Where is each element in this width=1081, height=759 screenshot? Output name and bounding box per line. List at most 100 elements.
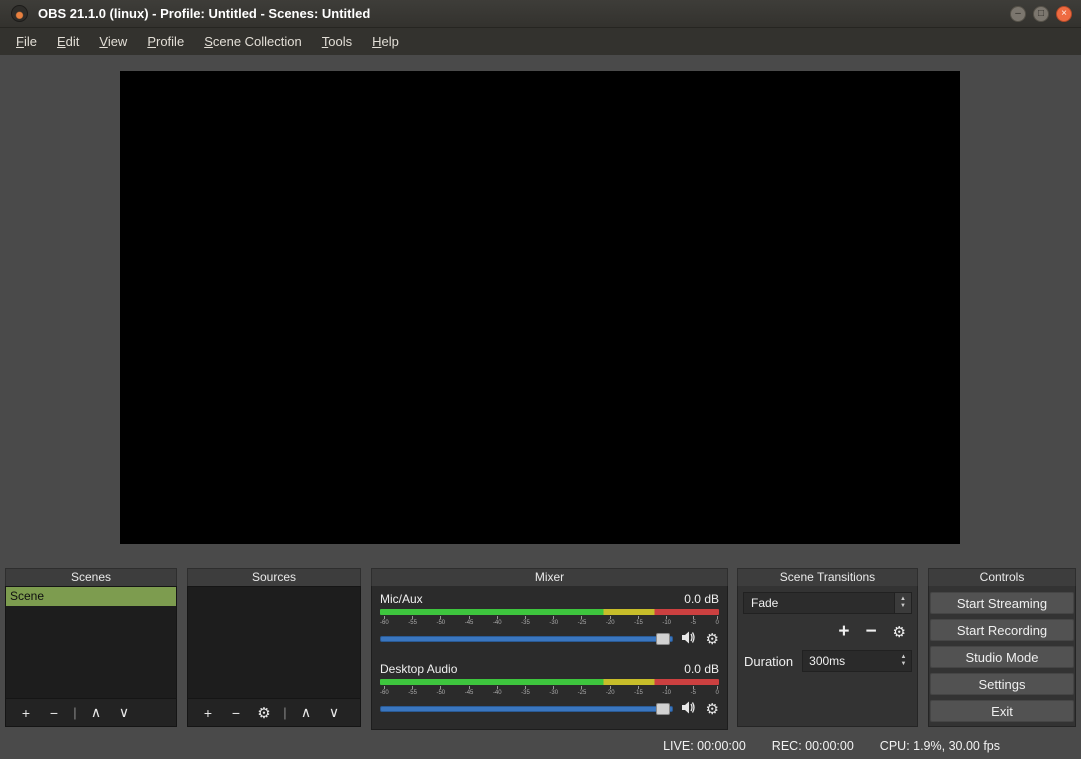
transitions-dock-header: Scene Transitions bbox=[737, 568, 918, 586]
scenes-dock-header: Scenes bbox=[5, 568, 177, 586]
meter-scale: -60-55-50-45-40-35-30-25-20-15-10-50 bbox=[380, 616, 719, 626]
meter-tick: -5 bbox=[691, 616, 696, 626]
controls-body: Start Streaming Start Recording Studio M… bbox=[928, 586, 1076, 727]
minimize-button[interactable]: – bbox=[1010, 6, 1026, 22]
chevron-up-icon: ▲ bbox=[900, 596, 906, 603]
menu-bar: File Edit View Profile Scene Collection … bbox=[0, 28, 1081, 55]
app-icon bbox=[11, 5, 28, 22]
controls-dock-header: Controls bbox=[928, 568, 1076, 586]
move-source-down-button[interactable]: ∨ bbox=[320, 704, 348, 721]
start-streaming-button[interactable]: Start Streaming bbox=[930, 592, 1074, 614]
move-scene-down-button[interactable]: ∨ bbox=[110, 704, 138, 721]
chevron-down-icon: ▼ bbox=[900, 603, 906, 610]
add-transition-button[interactable]: + bbox=[838, 623, 849, 641]
meter-tick: -10 bbox=[662, 686, 671, 696]
meter-tick: -40 bbox=[493, 686, 502, 696]
volume-slider[interactable] bbox=[380, 636, 673, 642]
start-recording-button[interactable]: Start Recording bbox=[930, 619, 1074, 641]
scene-transitions-dock: Scene Transitions Fade ▲ ▼ + − ⚙ Duratio… bbox=[737, 568, 918, 727]
sources-list[interactable] bbox=[187, 586, 361, 699]
meter-tick: 0 bbox=[715, 616, 718, 626]
mixer-body: Mic/Aux 0.0 dB -60-55-50-45-40-35-30-25-… bbox=[371, 586, 728, 730]
volume-meter bbox=[380, 679, 719, 685]
speaker-icon[interactable] bbox=[682, 631, 697, 647]
meter-tick: 0 bbox=[715, 686, 718, 696]
add-source-button[interactable]: + bbox=[194, 705, 222, 721]
move-scene-up-button[interactable]: ∧ bbox=[82, 704, 110, 721]
preview-canvas[interactable] bbox=[120, 71, 960, 544]
spinner-arrows[interactable]: ▲ ▼ bbox=[896, 651, 911, 671]
menu-view[interactable]: View bbox=[89, 29, 137, 54]
meter-tick: -30 bbox=[549, 616, 558, 626]
mixer-channel-desktop-audio: Desktop Audio 0.0 dB -60-55-50-45-40-35-… bbox=[380, 662, 719, 718]
meter-tick: -60 bbox=[380, 616, 389, 626]
meter-tick: -25 bbox=[578, 616, 587, 626]
duration-spinner[interactable]: 300ms ▲ ▼ bbox=[802, 650, 912, 672]
scenes-dock: Scenes Scene + − | ∧ ∨ bbox=[5, 568, 177, 727]
close-icon: × bbox=[1061, 9, 1067, 19]
meter-scale: -60-55-50-45-40-35-30-25-20-15-10-50 bbox=[380, 686, 719, 696]
volume-slider-handle[interactable] bbox=[656, 703, 670, 715]
source-properties-gear-icon[interactable]: ⚙ bbox=[250, 704, 278, 722]
scene-list-item[interactable]: Scene bbox=[6, 587, 176, 606]
meter-tick: -15 bbox=[634, 616, 643, 626]
channel-settings-gear-icon[interactable]: ⚙ bbox=[706, 632, 719, 647]
meter-tick: -15 bbox=[634, 686, 643, 696]
settings-button[interactable]: Settings bbox=[930, 673, 1074, 695]
mixer-dock-header: Mixer bbox=[371, 568, 728, 586]
status-bar: LIVE: 00:00:00 REC: 00:00:00 CPU: 1.9%, … bbox=[0, 732, 1081, 759]
menu-file[interactable]: File bbox=[6, 29, 47, 54]
studio-mode-button[interactable]: Studio Mode bbox=[930, 646, 1074, 668]
move-source-up-button[interactable]: ∧ bbox=[292, 704, 320, 721]
channel-settings-gear-icon[interactable]: ⚙ bbox=[706, 702, 719, 717]
transition-select[interactable]: Fade ▲ ▼ bbox=[743, 592, 912, 614]
chevron-down-icon: ▼ bbox=[901, 661, 907, 668]
meter-tick: -45 bbox=[465, 686, 474, 696]
speaker-icon[interactable] bbox=[682, 701, 697, 717]
remove-transition-button[interactable]: − bbox=[865, 623, 876, 641]
maximize-button[interactable]: □ bbox=[1033, 6, 1049, 22]
channel-db-value: 0.0 dB bbox=[684, 662, 719, 676]
mixer-channel-mic-aux: Mic/Aux 0.0 dB -60-55-50-45-40-35-30-25-… bbox=[380, 592, 719, 648]
meter-tick: -20 bbox=[606, 616, 615, 626]
meter-tick: -40 bbox=[493, 616, 502, 626]
meter-tick: -30 bbox=[549, 686, 558, 696]
exit-button[interactable]: Exit bbox=[930, 700, 1074, 722]
scenes-list[interactable]: Scene bbox=[5, 586, 177, 699]
duration-value: 300ms bbox=[803, 651, 896, 671]
volume-slider[interactable] bbox=[380, 706, 673, 712]
meter-tick: -50 bbox=[436, 686, 445, 696]
meter-tick: -45 bbox=[465, 616, 474, 626]
cpu-fps-stats: CPU: 1.9%, 30.00 fps bbox=[880, 739, 1000, 753]
menu-help[interactable]: Help bbox=[362, 29, 409, 54]
sources-dock-header: Sources bbox=[187, 568, 361, 586]
window-title: OBS 21.1.0 (linux) - Profile: Untitled -… bbox=[38, 6, 370, 21]
add-scene-button[interactable]: + bbox=[12, 705, 40, 721]
channel-name: Mic/Aux bbox=[380, 592, 423, 606]
maximize-icon: □ bbox=[1038, 9, 1044, 19]
meter-tick: -50 bbox=[436, 616, 445, 626]
remove-scene-button[interactable]: − bbox=[40, 705, 68, 721]
combo-arrows[interactable]: ▲ ▼ bbox=[894, 593, 911, 613]
duration-label: Duration bbox=[743, 654, 793, 669]
close-button[interactable]: × bbox=[1056, 6, 1072, 22]
menu-edit[interactable]: Edit bbox=[47, 29, 89, 54]
menu-scene-collection[interactable]: Scene Collection bbox=[194, 29, 312, 54]
mixer-dock: Mixer Mic/Aux 0.0 dB -60-55-50-45-40-35-… bbox=[371, 568, 728, 730]
meter-tick: -25 bbox=[578, 686, 587, 696]
menu-tools[interactable]: Tools bbox=[312, 29, 362, 54]
channel-name: Desktop Audio bbox=[380, 662, 457, 676]
meter-tick: -55 bbox=[408, 616, 417, 626]
meter-tick: -5 bbox=[691, 686, 696, 696]
volume-slider-handle[interactable] bbox=[656, 633, 670, 645]
sources-dock: Sources + − ⚙ | ∧ ∨ bbox=[187, 568, 361, 727]
transition-selected-value: Fade bbox=[744, 593, 894, 613]
rec-time: REC: 00:00:00 bbox=[772, 739, 854, 753]
controls-dock: Controls Start Streaming Start Recording… bbox=[928, 568, 1076, 727]
titlebar: OBS 21.1.0 (linux) - Profile: Untitled -… bbox=[0, 0, 1081, 28]
menu-profile[interactable]: Profile bbox=[137, 29, 194, 54]
transition-properties-gear-icon[interactable]: ⚙ bbox=[893, 623, 906, 641]
volume-meter bbox=[380, 609, 719, 615]
channel-db-value: 0.0 dB bbox=[684, 592, 719, 606]
remove-source-button[interactable]: − bbox=[222, 705, 250, 721]
